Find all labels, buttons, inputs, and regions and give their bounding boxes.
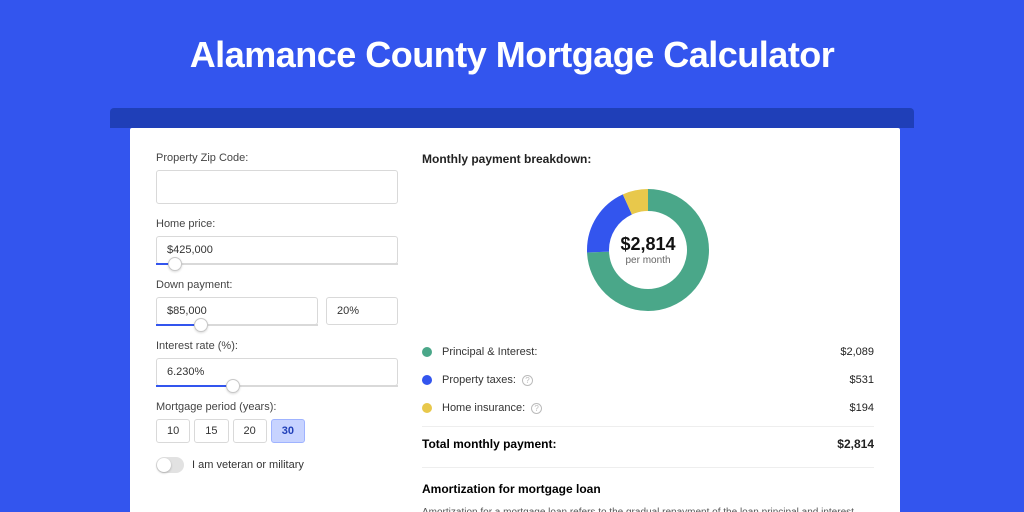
down-payment-slider[interactable] [156, 324, 318, 326]
legend-dot-principal [422, 347, 432, 357]
help-icon[interactable]: ? [531, 403, 542, 414]
inputs-column: Property Zip Code: Home price: Down paym… [156, 152, 398, 512]
legend-dot-taxes [422, 375, 432, 385]
home-price-slider-thumb[interactable] [168, 257, 182, 271]
legend-row-principal: Principal & Interest: $2,089 [422, 338, 874, 366]
down-payment-pct-input[interactable] [326, 297, 398, 325]
veteran-label: I am veteran or military [192, 459, 304, 471]
legend-label-insurance: Home insurance: [442, 402, 525, 414]
rate-slider-thumb[interactable] [226, 379, 240, 393]
legend-value-insurance: $194 [850, 402, 874, 414]
down-payment-label: Down payment: [156, 279, 398, 291]
rate-group: Interest rate (%): [156, 340, 398, 387]
down-payment-input[interactable] [156, 297, 318, 325]
card-back [110, 108, 914, 128]
zip-group: Property Zip Code: [156, 152, 398, 204]
breakdown-title: Monthly payment breakdown: [422, 152, 874, 166]
toggle-knob [157, 458, 171, 472]
home-price-group: Home price: [156, 218, 398, 265]
donut-center-sub: per month [625, 255, 670, 266]
legend-value-taxes: $531 [850, 374, 874, 386]
amortization-section: Amortization for mortgage loan Amortizat… [422, 467, 874, 512]
period-group: Mortgage period (years): 10 15 20 30 [156, 401, 398, 443]
period-20-button[interactable]: 20 [233, 419, 267, 443]
amortization-text: Amortization for a mortgage loan refers … [422, 506, 874, 512]
legend-label-principal: Principal & Interest: [442, 346, 537, 358]
page-title: Alamance County Mortgage Calculator [0, 0, 1024, 102]
rate-slider[interactable] [156, 385, 398, 387]
period-15-button[interactable]: 15 [194, 419, 228, 443]
total-label: Total monthly payment: [422, 437, 556, 451]
donut-chart: $2,814 per month [585, 187, 711, 313]
down-payment-slider-thumb[interactable] [194, 318, 208, 332]
period-10-button[interactable]: 10 [156, 419, 190, 443]
legend-value-principal: $2,089 [840, 346, 874, 358]
legend-row-total: Total monthly payment: $2,814 [422, 426, 874, 467]
zip-input[interactable] [156, 170, 398, 204]
total-value: $2,814 [837, 437, 874, 451]
calculator-card: Property Zip Code: Home price: Down paym… [130, 128, 900, 512]
period-label: Mortgage period (years): [156, 401, 398, 413]
donut-wrap: $2,814 per month [422, 180, 874, 320]
help-icon[interactable]: ? [522, 375, 533, 386]
home-price-slider[interactable] [156, 263, 398, 265]
down-payment-group: Down payment: [156, 279, 398, 326]
amortization-title: Amortization for mortgage loan [422, 482, 874, 496]
rate-input[interactable] [156, 358, 398, 386]
legend-row-insurance: Home insurance: ? $194 [422, 394, 874, 422]
veteran-toggle[interactable] [156, 457, 184, 473]
rate-label: Interest rate (%): [156, 340, 398, 352]
home-price-input[interactable] [156, 236, 398, 264]
legend-label-taxes: Property taxes: [442, 374, 516, 386]
period-30-button[interactable]: 30 [271, 419, 305, 443]
legend-dot-insurance [422, 403, 432, 413]
breakdown-column: Monthly payment breakdown: $2,814 per mo… [422, 152, 874, 512]
zip-label: Property Zip Code: [156, 152, 398, 164]
home-price-label: Home price: [156, 218, 398, 230]
veteran-row: I am veteran or military [156, 457, 398, 473]
donut-center-amount: $2,814 [620, 234, 675, 255]
legend-row-taxes: Property taxes: ? $531 [422, 366, 874, 394]
